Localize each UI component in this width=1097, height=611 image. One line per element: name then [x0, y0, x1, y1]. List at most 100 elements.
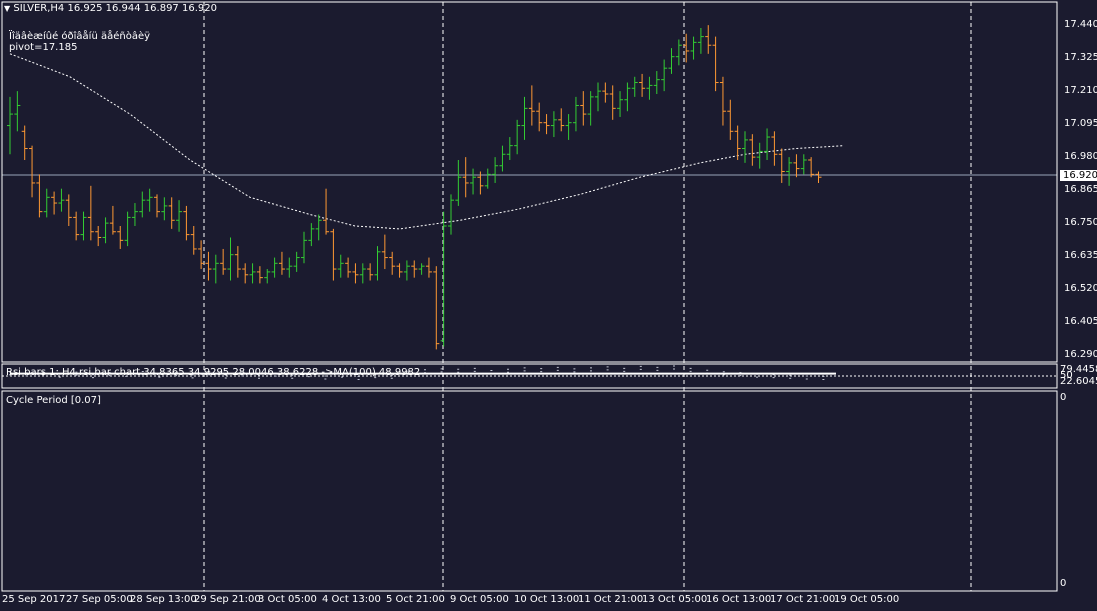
price-bar — [631, 76, 638, 97]
price-bar — [21, 125, 28, 160]
price-bar — [602, 82, 609, 103]
price-bar — [558, 108, 565, 132]
pivot-label: pivot=17.185 — [9, 42, 78, 53]
price-bar — [595, 82, 601, 112]
time-tick-label: 25 Sep 2017 — [2, 594, 66, 605]
price-tick-label: 16.290 — [1064, 349, 1097, 360]
cycle-tick-bottom: 0 — [1060, 578, 1067, 589]
price-bar — [212, 254, 219, 284]
grid-layer — [2, 2, 1057, 591]
price-bar — [308, 223, 315, 247]
price-tick-label: 16.980 — [1064, 151, 1097, 162]
price-bar — [190, 226, 197, 255]
symbol-ohlc-text: SILVER,H4 16.925 16.944 16.897 16.920 — [13, 3, 217, 14]
price-bar — [65, 194, 72, 226]
price-bar — [396, 263, 403, 278]
price-bar — [528, 85, 535, 126]
price-bar — [286, 257, 293, 278]
rsi-pane-label: Rsi bars 1: H4 rsi bar chart 34.8365 34.… — [6, 367, 421, 378]
price-bar — [271, 257, 278, 278]
price-bar — [499, 145, 506, 172]
price-bar — [786, 157, 793, 186]
time-tick-label: 29 Sep 21:00 — [194, 594, 261, 605]
price-bar — [131, 203, 138, 226]
price-bar — [315, 214, 322, 241]
time-tick-label: 27 Sep 05:00 — [66, 594, 133, 605]
price-bar — [117, 226, 124, 249]
price-bar — [690, 36, 697, 60]
price-bar — [808, 157, 815, 178]
price-tick-label: 16.750 — [1064, 217, 1097, 228]
price-bar — [352, 263, 359, 284]
rsi-tick-low: 22.6045 — [1060, 376, 1097, 387]
price-bar — [80, 211, 87, 241]
price-bar — [778, 148, 785, 183]
price-bar — [425, 257, 432, 278]
time-tick-label: 10 Oct 13:00 — [514, 594, 580, 605]
price-bar — [87, 185, 94, 241]
price-bar — [514, 119, 521, 155]
price-bar — [161, 197, 168, 221]
price-bar — [639, 73, 646, 97]
price-bar — [51, 191, 58, 215]
time-tick-label: 16 Oct 13:00 — [706, 594, 772, 605]
price-bar — [264, 269, 271, 284]
price-bar — [697, 28, 704, 54]
price-bar — [183, 205, 190, 241]
price-bar — [675, 39, 682, 66]
cycle-pane-label: Cycle Period [0.07] — [6, 395, 101, 406]
price-bar — [668, 48, 675, 74]
price-bar — [95, 226, 102, 247]
price-bar — [58, 188, 65, 212]
price-bar — [470, 168, 477, 195]
price-bar — [367, 263, 374, 281]
price-bar — [617, 91, 624, 117]
price-bar — [771, 131, 778, 166]
price-bar — [506, 137, 513, 160]
price-bar — [323, 188, 330, 235]
price-bar — [653, 71, 660, 94]
chart-header: ▼ SILVER,H4 16.925 16.944 16.897 16.920 — [4, 3, 217, 15]
price-bar — [815, 171, 822, 183]
price-bar — [550, 111, 557, 138]
price-bar — [198, 240, 205, 270]
price-bar — [484, 168, 491, 189]
price-bar — [543, 114, 550, 135]
cycle-pane-frame — [1, 390, 1058, 592]
price-bar — [36, 174, 43, 218]
price-bar — [124, 211, 131, 247]
price-bar — [403, 260, 410, 281]
price-bar — [14, 91, 21, 132]
price-bar — [293, 251, 300, 272]
price-bar — [418, 263, 425, 275]
chart-canvas[interactable] — [0, 0, 1097, 611]
price-bar — [764, 128, 771, 160]
price-bar — [345, 257, 352, 278]
price-bar — [624, 82, 631, 112]
price-bar — [440, 211, 447, 347]
terminal-chart-window: ▼ SILVER,H4 16.925 16.944 16.897 16.920 … — [0, 0, 1097, 611]
price-bar — [227, 237, 234, 281]
price-bar — [572, 96, 579, 132]
price-bar — [234, 246, 241, 278]
cycle-tick-top: 0 — [1060, 392, 1067, 403]
time-tick-label: 5 Oct 21:00 — [386, 594, 445, 605]
price-bar — [249, 263, 256, 284]
collapse-triangle-icon[interactable]: ▼ — [4, 4, 10, 13]
price-bar — [389, 251, 396, 275]
price-bar — [492, 157, 499, 183]
time-tick-label: 9 Oct 05:00 — [450, 594, 509, 605]
price-tick-label: 16.520 — [1064, 283, 1097, 294]
price-bar — [756, 142, 763, 169]
price-bar — [256, 266, 263, 284]
price-bar — [139, 191, 146, 218]
price-bar — [521, 96, 528, 140]
pane-frames — [1, 1, 1058, 592]
price-bar — [7, 96, 13, 155]
moving-average-line — [9, 53, 845, 230]
price-bar — [455, 160, 462, 206]
price-bar — [242, 263, 249, 284]
price-bar — [661, 59, 668, 92]
price-bar — [411, 260, 418, 278]
time-tick-label: 28 Sep 13:00 — [130, 594, 197, 605]
